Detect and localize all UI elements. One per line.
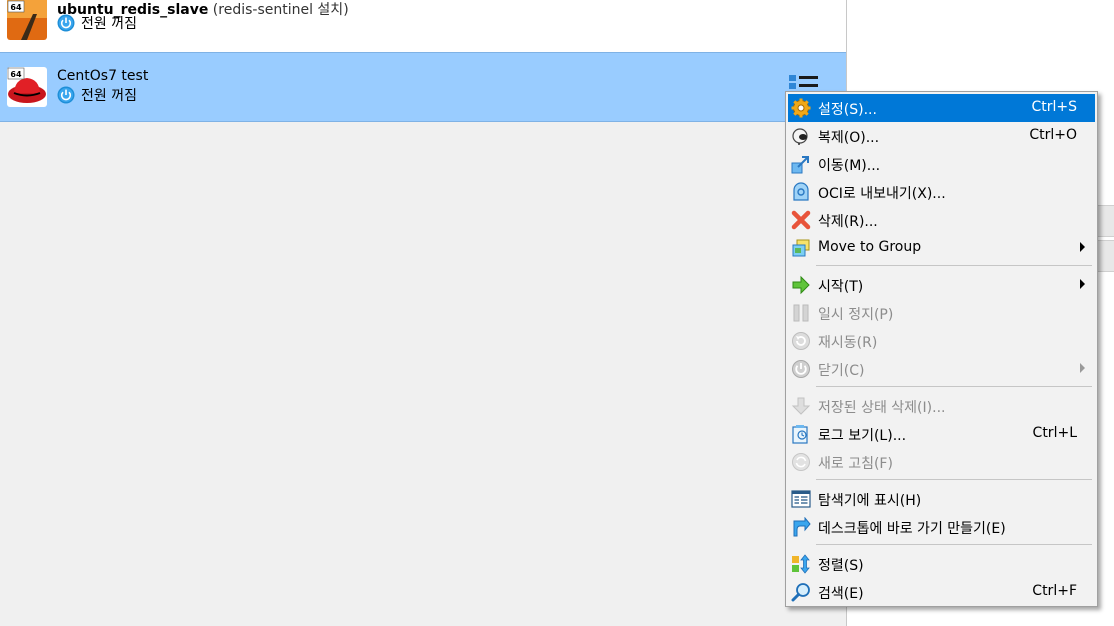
details-strip — [1098, 240, 1114, 272]
search-icon — [791, 583, 810, 602]
log-icon — [792, 425, 808, 444]
menu-item-pause: 일시 정지(P) — [788, 299, 1095, 327]
refresh-icon — [792, 453, 810, 471]
gear-icon — [791, 98, 811, 118]
pause-icon — [793, 304, 809, 322]
menu-item-close: 닫기(C) — [788, 355, 1095, 383]
power-off-icon — [57, 86, 75, 104]
vm-state: 전원 꺼짐 — [57, 13, 137, 33]
details-strip — [1098, 205, 1114, 237]
oci-export-icon — [793, 182, 809, 201]
menu-item-remove[interactable]: 삭제(R)... — [788, 206, 1095, 234]
shortcut-arrow-icon — [793, 517, 811, 537]
submenu-arrow-icon — [1080, 279, 1085, 289]
vm-list: 64 ubuntu_redis_slave (redis-sentinel 설치… — [0, 0, 847, 626]
menu-item-clone[interactable]: 복제(O)... Ctrl+O — [788, 122, 1095, 150]
menu-item-export-oci[interactable]: OCI로 내보내기(X)... — [788, 178, 1095, 206]
group-icon — [792, 239, 810, 257]
clone-sheep-icon — [792, 128, 808, 145]
remove-x-icon — [791, 210, 811, 230]
vm-state: 전원 꺼짐 — [57, 85, 137, 105]
menu-item-discard-state: 저장된 상태 삭제(I)... — [788, 392, 1095, 420]
menu-item-show-log[interactable]: 로그 보기(L)... Ctrl+L — [788, 420, 1095, 448]
submenu-arrow-icon — [1080, 363, 1085, 373]
sort-icon — [792, 554, 810, 574]
explorer-icon — [791, 490, 811, 508]
menu-item-settings[interactable]: 설정(S)... Ctrl+S — [788, 94, 1095, 122]
start-arrow-icon — [792, 275, 810, 295]
move-icon — [791, 156, 809, 174]
menu-separator — [816, 544, 1092, 545]
menu-item-refresh: 새로 고침(F) — [788, 448, 1095, 476]
menu-item-sort[interactable]: 정렬(S) — [788, 550, 1095, 578]
ubuntu-os-icon: 64 — [7, 0, 47, 40]
menu-item-start[interactable]: 시작(T) — [788, 271, 1095, 299]
context-menu: 설정(S)... Ctrl+S 복제(O)... Ctrl+O 이동(M)...… — [785, 91, 1098, 607]
power-off-icon — [57, 14, 75, 32]
menu-item-show-in-explorer[interactable]: 탐색기에 표시(H) — [788, 485, 1095, 513]
power-icon — [792, 360, 810, 378]
submenu-arrow-icon — [1080, 242, 1085, 252]
menu-item-move[interactable]: 이동(M)... — [788, 150, 1095, 178]
redhat-os-icon: 64 — [7, 67, 47, 107]
menu-item-reset: 재시동(R) — [788, 327, 1095, 355]
menu-item-create-shortcut[interactable]: 데스크톱에 바로 가기 만들기(E) — [788, 513, 1095, 541]
menu-separator — [816, 265, 1092, 266]
menu-item-move-to-group[interactable]: Move to Group — [788, 234, 1095, 262]
discard-arrow-icon — [791, 397, 811, 415]
vm-item-ubuntu-redis-slave[interactable]: 64 ubuntu_redis_slave (redis-sentinel 설치… — [0, 0, 846, 53]
svg-text:64: 64 — [10, 70, 22, 79]
svg-text:64: 64 — [10, 3, 22, 12]
vm-item-centos7-test[interactable]: 64 CentOs7 test 전원 꺼짐 — [0, 52, 846, 122]
reset-icon — [792, 332, 810, 350]
vm-name: CentOs7 test — [57, 68, 149, 84]
menu-separator — [816, 386, 1092, 387]
menu-item-search[interactable]: 검색(E) Ctrl+F — [788, 578, 1095, 606]
menu-separator — [816, 479, 1092, 480]
